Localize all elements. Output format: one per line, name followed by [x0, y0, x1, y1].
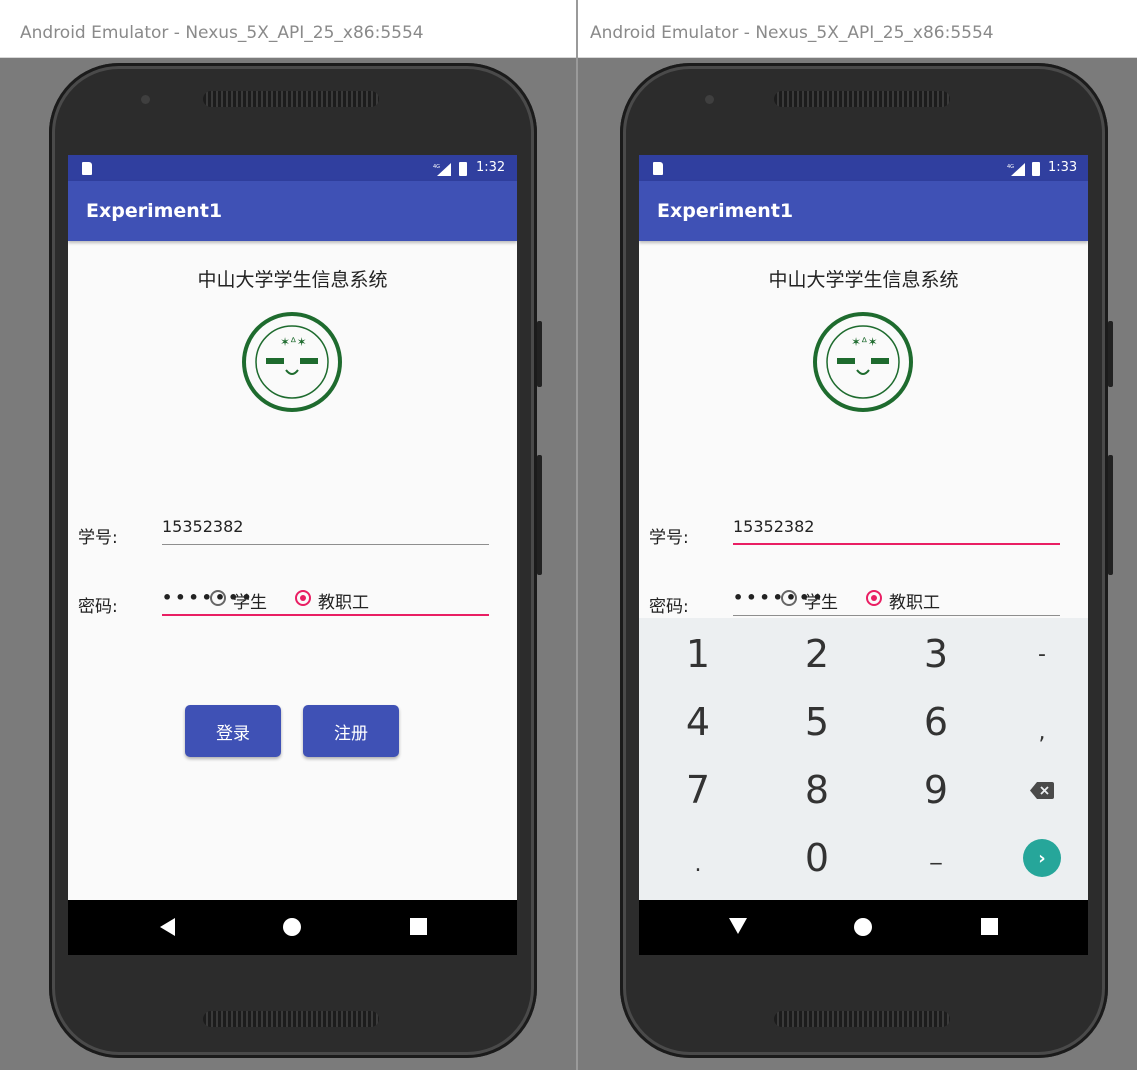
backspace-icon [1030, 781, 1054, 799]
app-title: Experiment1 [86, 200, 223, 222]
student-id-value: 15352382 [162, 517, 244, 536]
page-heading: 中山大学学生信息系统 [768, 269, 959, 291]
battery-icon [459, 162, 467, 176]
radio-label: 教职工 [318, 593, 369, 613]
app-bar: Experiment1 [68, 181, 517, 241]
device-screen: 4G 1:32 Experiment1 中山大学学生信息系统 ✶ᐞ✶ 学号: 1… [68, 155, 517, 955]
signal-4g-icon: 4G [433, 163, 451, 176]
backspace-key[interactable] [986, 756, 1088, 824]
login-button[interactable]: 登录 [185, 705, 281, 757]
svg-text:4G: 4G [433, 164, 440, 170]
recents-icon[interactable] [981, 918, 998, 935]
app-title: Experiment1 [657, 200, 794, 222]
register-button[interactable]: 注册 [303, 705, 399, 757]
back-icon[interactable] [160, 918, 176, 936]
power-button[interactable] [537, 321, 542, 387]
key-5[interactable]: 5 [761, 688, 873, 756]
key-8[interactable]: 8 [761, 756, 873, 824]
front-camera [705, 95, 714, 104]
student-id-field[interactable]: 15352382 [162, 513, 489, 545]
front-camera [141, 95, 150, 104]
radio-circle [210, 590, 226, 606]
radio-label: 学生 [233, 593, 267, 613]
key-underscore[interactable]: _ [880, 818, 992, 886]
svg-text:4G: 4G [1007, 164, 1014, 170]
signal-4g-icon: 4G [1007, 163, 1025, 176]
bottom-speaker [203, 1011, 379, 1027]
emulator-window-right: Android Emulator - Nexus_5X_API_25_x86:5… [578, 0, 1137, 1070]
radio-label: 教职工 [889, 593, 940, 613]
hide-keyboard-icon[interactable] [729, 918, 747, 934]
enter-key[interactable]: › [986, 824, 1088, 892]
student-id-value: 15352382 [733, 517, 815, 536]
volume-button[interactable] [537, 455, 542, 575]
nav-bar [68, 900, 517, 955]
key-6[interactable]: 6 [880, 688, 992, 756]
svg-text:✶ᐞ✶: ✶ᐞ✶ [280, 335, 307, 349]
radio-circle [781, 590, 797, 606]
key-0[interactable]: 0 [761, 824, 873, 892]
key-3[interactable]: 3 [880, 620, 992, 688]
top-speaker [774, 91, 950, 107]
page-heading: 中山大学学生信息系统 [197, 269, 388, 291]
nav-bar [639, 900, 1088, 955]
key-minus[interactable]: - [986, 620, 1088, 688]
key-2[interactable]: 2 [761, 620, 873, 688]
sd-card-icon [653, 162, 663, 175]
radio-circle [295, 590, 311, 606]
window-titlebar[interactable]: Android Emulator - Nexus_5X_API_25_x86:5… [0, 0, 576, 58]
student-id-field[interactable]: 15352382 [733, 513, 1060, 545]
radio-circle [866, 590, 882, 606]
key-period[interactable]: . [642, 830, 754, 898]
device-screen: 4G 1:33 Experiment1 中山大学学生信息系统 ✶ᐞ✶ 学号: 1… [639, 155, 1088, 955]
window-title: Android Emulator - Nexus_5X_API_25_x86:5… [590, 23, 994, 43]
power-button[interactable] [1108, 321, 1113, 387]
status-time: 1:33 [1048, 160, 1078, 175]
field-underline [733, 615, 1060, 616]
app-bar: Experiment1 [639, 181, 1088, 241]
emulator-window-left: Android Emulator - Nexus_5X_API_25_x86:5… [0, 0, 576, 1070]
field-underline [162, 614, 489, 616]
status-time: 1:32 [476, 160, 506, 175]
enter-icon: › [1023, 839, 1061, 877]
field-underline [733, 543, 1060, 545]
phone-frame: 4G 1:33 Experiment1 中山大学学生信息系统 ✶ᐞ✶ 学号: 1… [620, 63, 1113, 1058]
university-logo: ✶ᐞ✶ [242, 312, 342, 412]
key-1[interactable]: 1 [642, 620, 754, 688]
password-label: 密码: [78, 597, 118, 617]
university-logo: ✶ᐞ✶ [813, 312, 913, 412]
password-label: 密码: [649, 597, 689, 617]
radio-label: 学生 [804, 593, 838, 613]
top-speaker [203, 91, 379, 107]
key-7[interactable]: 7 [642, 756, 754, 824]
student-id-label: 学号: [649, 528, 689, 548]
battery-icon [1032, 162, 1040, 176]
numeric-keypad: 1 2 3 - 4 5 6 , 7 8 9 . 0 _ › [639, 618, 1088, 900]
recents-icon[interactable] [410, 918, 427, 935]
window-title: Android Emulator - Nexus_5X_API_25_x86:5… [20, 23, 424, 43]
svg-text:✶ᐞ✶: ✶ᐞ✶ [851, 335, 878, 349]
home-icon[interactable] [283, 918, 301, 936]
home-icon[interactable] [854, 918, 872, 936]
phone-frame: 4G 1:32 Experiment1 中山大学学生信息系统 ✶ᐞ✶ 学号: 1… [49, 63, 542, 1058]
bottom-speaker [774, 1011, 950, 1027]
field-underline [162, 544, 489, 545]
student-id-label: 学号: [78, 528, 118, 548]
status-bar: 4G 1:32 [68, 155, 517, 181]
volume-button[interactable] [1108, 455, 1113, 575]
key-4[interactable]: 4 [642, 688, 754, 756]
window-titlebar[interactable]: Android Emulator - Nexus_5X_API_25_x86:5… [578, 0, 1137, 58]
key-9[interactable]: 9 [880, 756, 992, 824]
status-bar: 4G 1:33 [639, 155, 1088, 181]
sd-card-icon [82, 162, 92, 175]
